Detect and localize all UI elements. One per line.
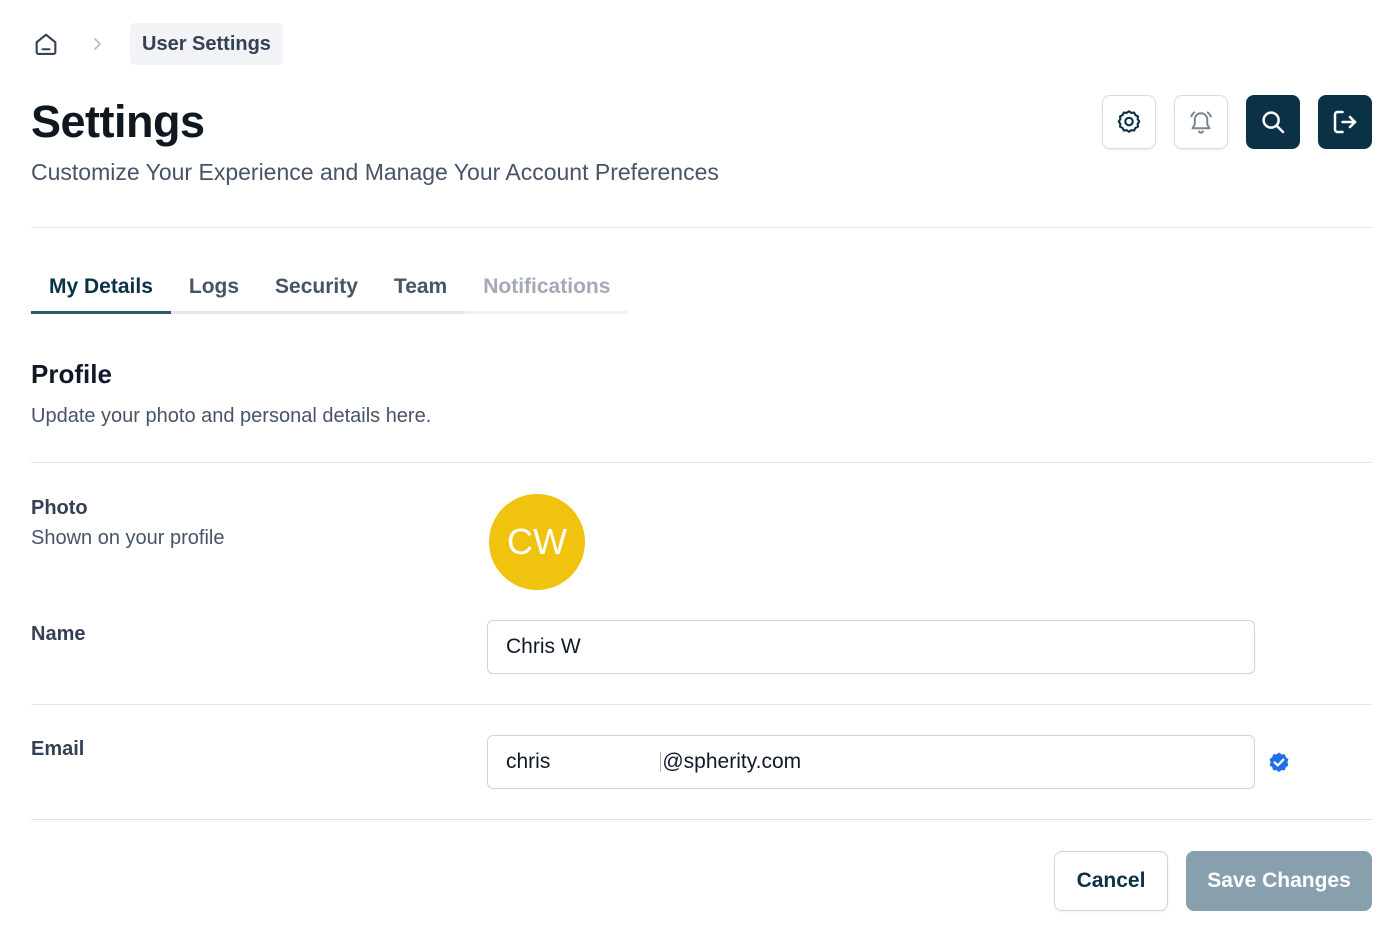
section-divider bbox=[31, 462, 1372, 463]
email-value-end: @spherity.com bbox=[662, 750, 802, 773]
settings-button[interactable] bbox=[1102, 95, 1156, 149]
section-title: Profile bbox=[31, 359, 112, 389]
form-divider bbox=[31, 819, 1372, 820]
photo-sublabel: Shown on your profile bbox=[31, 527, 225, 549]
avatar[interactable]: CW bbox=[489, 494, 585, 590]
home-icon[interactable] bbox=[31, 23, 61, 65]
avatar-initials: CW bbox=[507, 521, 567, 562]
page-subtitle: Customize Your Experience and Manage You… bbox=[31, 159, 719, 185]
name-input[interactable] bbox=[487, 620, 1255, 674]
section-description: Update your photo and personal details h… bbox=[31, 405, 432, 427]
tab-security[interactable]: Security bbox=[257, 262, 376, 314]
search-button[interactable] bbox=[1246, 95, 1300, 149]
search-icon bbox=[1262, 111, 1285, 134]
photo-label: Photo bbox=[31, 497, 88, 519]
tab-notifications: Notifications bbox=[465, 262, 629, 314]
header-actions bbox=[1102, 95, 1372, 149]
page-title: Settings bbox=[31, 96, 205, 147]
email-value-start: chris bbox=[506, 750, 551, 773]
tab-team[interactable]: Team bbox=[375, 262, 466, 314]
bell-ringing-icon bbox=[1190, 111, 1212, 134]
notifications-button[interactable] bbox=[1174, 95, 1228, 149]
header-divider bbox=[31, 227, 1372, 228]
name-divider bbox=[31, 704, 1372, 705]
save-changes-button[interactable]: Save Changes bbox=[1186, 851, 1372, 911]
logout-button[interactable] bbox=[1318, 95, 1372, 149]
email-input[interactable]: chris @spherity.com bbox=[487, 735, 1255, 789]
breadcrumb: User Settings bbox=[31, 23, 283, 65]
cancel-button[interactable]: Cancel bbox=[1054, 851, 1168, 911]
chevron-right-icon bbox=[89, 37, 105, 51]
text-cursor bbox=[660, 752, 662, 772]
tab-logs[interactable]: Logs bbox=[170, 262, 258, 314]
email-label: Email bbox=[31, 738, 85, 760]
tab-my-details[interactable]: My Details bbox=[31, 262, 171, 314]
settings-tabs: My Details Logs Security Team Notificati… bbox=[31, 262, 629, 314]
name-label: Name bbox=[31, 623, 86, 645]
verified-badge-icon bbox=[1269, 752, 1289, 772]
logout-icon bbox=[1333, 110, 1357, 134]
gear-icon bbox=[1117, 110, 1141, 133]
breadcrumb-current[interactable]: User Settings bbox=[130, 23, 283, 65]
